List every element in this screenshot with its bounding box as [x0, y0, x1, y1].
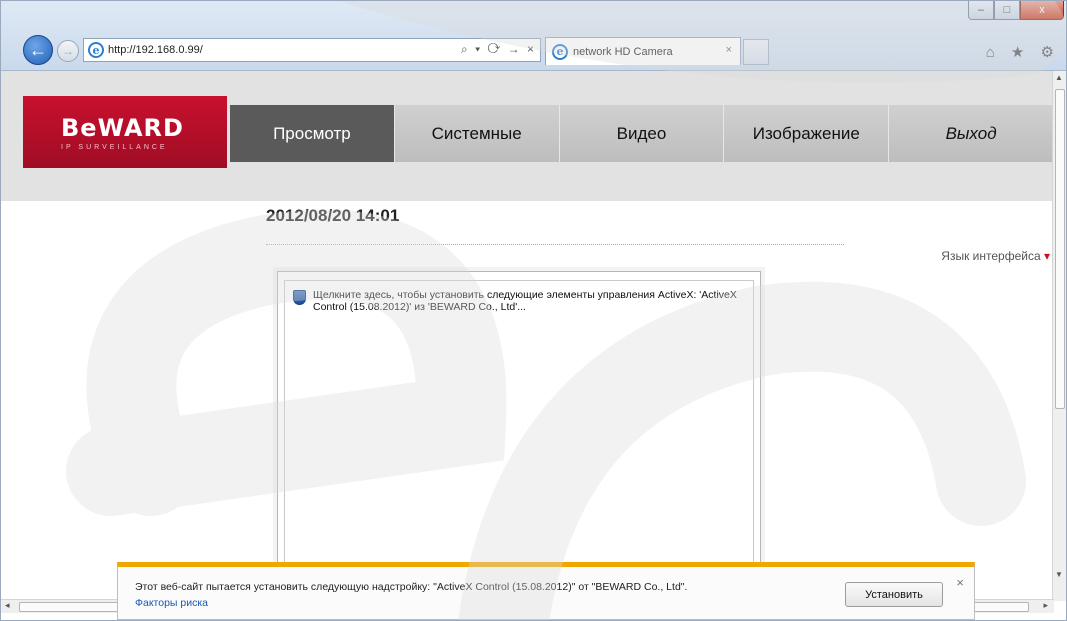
logo-tagline: IP SURVEILLANCE — [61, 143, 168, 151]
nav-item-exit[interactable]: Выход — [889, 105, 1054, 162]
nav-item-image[interactable]: Изображение — [724, 105, 890, 162]
url-text[interactable]: http://192.168.0.99/ — [108, 44, 203, 56]
nav-item-system[interactable]: Системные — [395, 105, 560, 162]
forward-button[interactable]: → — [57, 40, 79, 62]
nav-item-video[interactable]: Видео — [560, 105, 725, 162]
tab-close-icon[interactable]: × — [726, 44, 732, 56]
activex-placeholder[interactable]: Щелкните здесь, чтобы установить следующ… — [284, 280, 754, 601]
risk-factors-link[interactable]: Факторы риска — [135, 597, 208, 609]
ie-tab-icon: e — [552, 43, 568, 60]
scroll-right-icon[interactable]: ▸ — [1043, 600, 1048, 611]
close-icon[interactable]: × — [956, 575, 964, 590]
window-controls: – □ x — [968, 1, 1064, 21]
home-favorites-tools-icons[interactable]: ⌂ ★ ⚙ — [986, 43, 1060, 61]
scroll-up-icon[interactable]: ▲ — [1055, 73, 1063, 82]
install-button[interactable]: Установить — [845, 582, 943, 607]
minimize-button[interactable]: – — [968, 1, 994, 20]
nav-item-view[interactable]: Просмотр — [230, 105, 395, 162]
scroll-left-icon[interactable]: ◂ — [5, 600, 10, 611]
activex-install-prompt[interactable]: Щелкните здесь, чтобы установить следующ… — [313, 289, 743, 313]
vertical-scroll-thumb[interactable] — [1055, 89, 1065, 409]
logo-text: BeWARD — [61, 113, 184, 142]
vertical-scrollbar[interactable]: ▲ ▼ — [1052, 71, 1066, 601]
shield-icon — [293, 290, 306, 305]
main-nav: Просмотр Системные Видео Изображение Вых… — [230, 105, 1054, 162]
video-viewer-frame: Щелкните здесь, чтобы установить следующ… — [277, 271, 761, 601]
notification-text: Этот веб-сайт пытается установить следую… — [135, 581, 688, 593]
datetime-display: 2012/08/20 14:01 — [266, 206, 400, 225]
browser-window: – □ x ← → e http://192.168.0.99/ ⌕ ▾ ⟳ →… — [0, 0, 1067, 621]
tab-title: network HD Camera — [573, 45, 673, 58]
close-window-button[interactable]: x — [1020, 1, 1064, 20]
notification-bar: Этот веб-сайт пытается установить следую… — [117, 562, 975, 620]
dropdown-arrow-icon: ▾ — [1043, 249, 1050, 263]
scroll-down-icon[interactable]: ▼ — [1055, 570, 1063, 579]
language-label: Язык интерфейса — [941, 249, 1041, 263]
maximize-button[interactable]: □ — [994, 1, 1020, 20]
address-tools-icons[interactable]: ⌕ ▾ ⟳ → × — [461, 42, 536, 57]
camera-web-page: BeWARD IP SURVEILLANCE Просмотр Системны… — [1, 71, 1054, 601]
language-selector[interactable]: Язык интерфейса ▾ — [941, 249, 1050, 263]
browser-toolbar: – □ x ← → e http://192.168.0.99/ ⌕ ▾ ⟳ →… — [1, 1, 1066, 71]
address-bar[interactable]: e http://192.168.0.99/ ⌕ ▾ ⟳ → × — [83, 38, 541, 62]
new-tab-button[interactable] — [743, 39, 769, 65]
back-button[interactable]: ← — [23, 35, 53, 65]
divider — [266, 244, 844, 245]
tab-network-hd-camera[interactable]: e network HD Camera × — [545, 37, 741, 65]
ie-page-icon: e — [88, 42, 104, 58]
beward-logo: BeWARD IP SURVEILLANCE — [23, 96, 227, 168]
